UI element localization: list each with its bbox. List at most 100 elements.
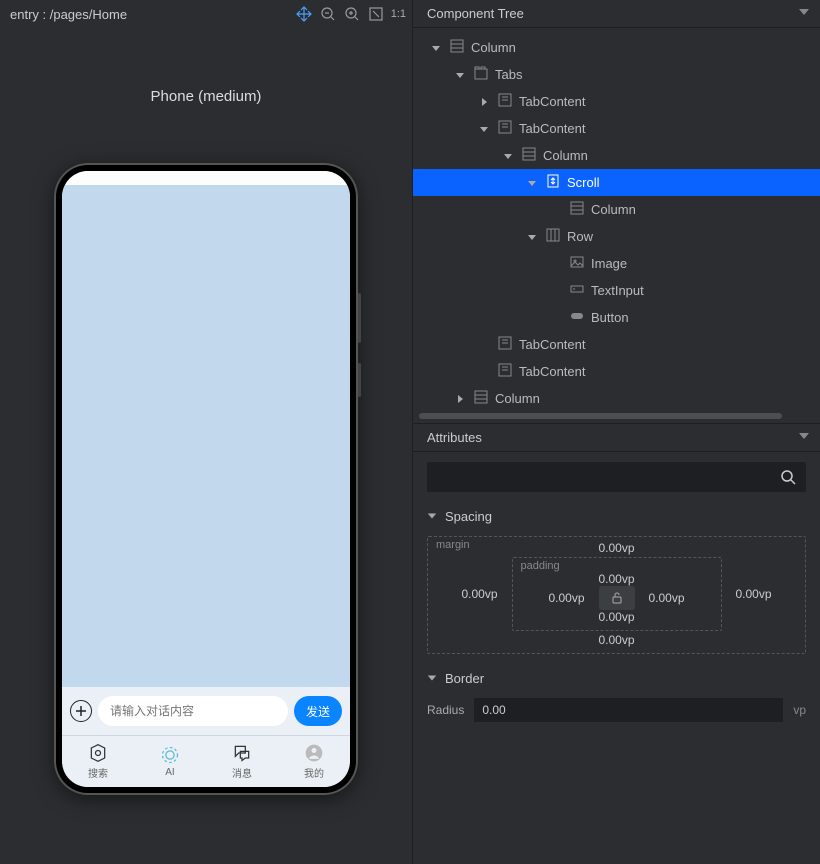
bottom-tab-bar: 搜索 AI 消息 我的	[62, 735, 350, 787]
fit-screen-icon[interactable]	[365, 3, 387, 25]
tree-node-image[interactable]: Image	[413, 250, 820, 277]
tree-node-column[interactable]: Column	[413, 34, 820, 61]
tree-node-label: Row	[567, 229, 593, 244]
margin-label: margin	[436, 539, 470, 551]
component-icon	[497, 335, 513, 354]
spacing-section-header[interactable]: Spacing	[413, 502, 820, 530]
tree-node-tabcontent[interactable]: TabContent	[413, 115, 820, 142]
component-icon	[449, 38, 465, 57]
chat-scroll-area[interactable]	[62, 185, 350, 687]
twisty-icon[interactable]	[477, 365, 491, 379]
attributes-search[interactable]	[427, 462, 806, 492]
tab-search[interactable]: 搜索	[88, 743, 108, 780]
tree-node-tabcontent[interactable]: TabContent	[413, 88, 820, 115]
tree-node-label: TabContent	[519, 337, 586, 352]
tab-ai[interactable]: AI	[160, 745, 180, 778]
twisty-icon[interactable]	[429, 41, 443, 55]
twisty-icon[interactable]	[525, 176, 539, 190]
margin-box[interactable]: margin 0.00vp 0.00vp padding 0.00vp 0.00…	[427, 536, 806, 654]
component-icon	[569, 254, 585, 273]
tree-node-scroll[interactable]: Scroll	[413, 169, 820, 196]
plus-icon[interactable]	[70, 700, 92, 722]
component-icon	[569, 308, 585, 327]
component-icon	[473, 65, 489, 84]
tree-node-label: Scroll	[567, 175, 600, 190]
collapse-panel-icon[interactable]	[798, 430, 810, 445]
radius-input[interactable]	[474, 698, 783, 722]
border-radius-row: Radius vp	[413, 692, 820, 728]
tree-node-label: Image	[591, 256, 627, 271]
component-tree[interactable]: Column Tabs TabContent TabContent Column Scro…	[413, 28, 820, 423]
twisty-icon[interactable]	[477, 122, 491, 136]
tree-node-label: Column	[471, 40, 516, 55]
zoom-ratio-label[interactable]: 1:1	[391, 8, 406, 20]
tree-node-label: Column	[495, 391, 540, 406]
tab-label: AI	[165, 767, 174, 778]
tab-messages[interactable]: 消息	[232, 743, 252, 780]
attributes-title: Attributes	[427, 430, 482, 445]
pan-icon[interactable]	[293, 3, 315, 25]
radius-label: Radius	[427, 703, 464, 717]
padding-bottom-value[interactable]: 0.00vp	[598, 610, 634, 624]
phone-volume-button	[358, 293, 361, 343]
padding-top-value[interactable]: 0.00vp	[598, 572, 634, 586]
twisty-icon[interactable]	[549, 284, 563, 298]
twisty-icon[interactable]	[477, 338, 491, 352]
twisty-icon[interactable]	[549, 311, 563, 325]
tree-node-button[interactable]: Button	[413, 304, 820, 331]
twisty-icon[interactable]	[549, 257, 563, 271]
preview-canvas[interactable]: Phone (medium) 发送 搜索	[0, 28, 412, 864]
tree-node-column[interactable]: Column	[413, 196, 820, 223]
tree-node-label: Button	[591, 310, 629, 325]
phone-power-button	[358, 363, 361, 397]
chat-text-input[interactable]	[98, 696, 288, 726]
component-tree-title: Component Tree	[427, 6, 524, 21]
tree-node-tabcontent[interactable]: TabContent	[413, 331, 820, 358]
twisty-icon[interactable]	[477, 95, 491, 109]
twisty-icon[interactable]	[501, 149, 515, 163]
twisty-icon[interactable]	[453, 392, 467, 406]
inspector-panel: Component Tree Column Tabs TabContent TabCo…	[412, 0, 820, 864]
spacing-label: Spacing	[445, 509, 492, 524]
twisty-icon[interactable]	[525, 230, 539, 244]
tree-node-tabs[interactable]: Tabs	[413, 61, 820, 88]
margin-top-value[interactable]: 0.00vp	[598, 541, 634, 555]
tree-horizontal-scrollbar[interactable]	[419, 413, 814, 421]
tree-node-row[interactable]: Row	[413, 223, 820, 250]
chevron-down-icon	[427, 511, 437, 521]
padding-left-value[interactable]: 0.00vp	[548, 591, 584, 605]
collapse-panel-icon[interactable]	[798, 6, 810, 21]
attributes-header: Attributes	[413, 424, 820, 452]
padding-box[interactable]: padding 0.00vp 0.00vp 0.00vp 0.00vp	[512, 557, 722, 631]
tree-node-column[interactable]: Column	[413, 385, 820, 412]
margin-bottom-value[interactable]: 0.00vp	[598, 633, 634, 647]
tree-node-label: Tabs	[495, 67, 522, 82]
chat-input-row: 发送	[62, 687, 350, 735]
send-button[interactable]: 发送	[294, 696, 342, 726]
tree-node-textinput[interactable]: TextInput	[413, 277, 820, 304]
twisty-icon[interactable]	[549, 203, 563, 217]
component-icon	[497, 92, 513, 111]
tree-node-column[interactable]: Column	[413, 142, 820, 169]
tree-node-label: TabContent	[519, 94, 586, 109]
preview-toolbar: 1:1	[293, 3, 406, 25]
border-section-header[interactable]: Border	[413, 664, 820, 692]
margin-left-value[interactable]: 0.00vp	[461, 587, 497, 601]
tab-profile[interactable]: 我的	[304, 743, 324, 780]
component-icon	[497, 362, 513, 381]
tree-node-tabcontent[interactable]: TabContent	[413, 358, 820, 385]
component-icon	[521, 146, 537, 165]
tree-node-label: TabContent	[519, 121, 586, 136]
twisty-icon[interactable]	[453, 68, 467, 82]
tree-node-label: Column	[591, 202, 636, 217]
spacing-box: margin 0.00vp 0.00vp padding 0.00vp 0.00…	[413, 530, 820, 664]
padding-right-value[interactable]: 0.00vp	[649, 591, 685, 605]
margin-right-value[interactable]: 0.00vp	[736, 587, 772, 601]
zoom-in-icon[interactable]	[341, 3, 363, 25]
lock-icon[interactable]	[599, 586, 635, 610]
radius-unit: vp	[793, 703, 806, 717]
tab-label: 我的	[304, 765, 324, 780]
tree-node-label: TabContent	[519, 364, 586, 379]
zoom-out-icon[interactable]	[317, 3, 339, 25]
entry-path: entry : /pages/Home	[10, 7, 127, 22]
